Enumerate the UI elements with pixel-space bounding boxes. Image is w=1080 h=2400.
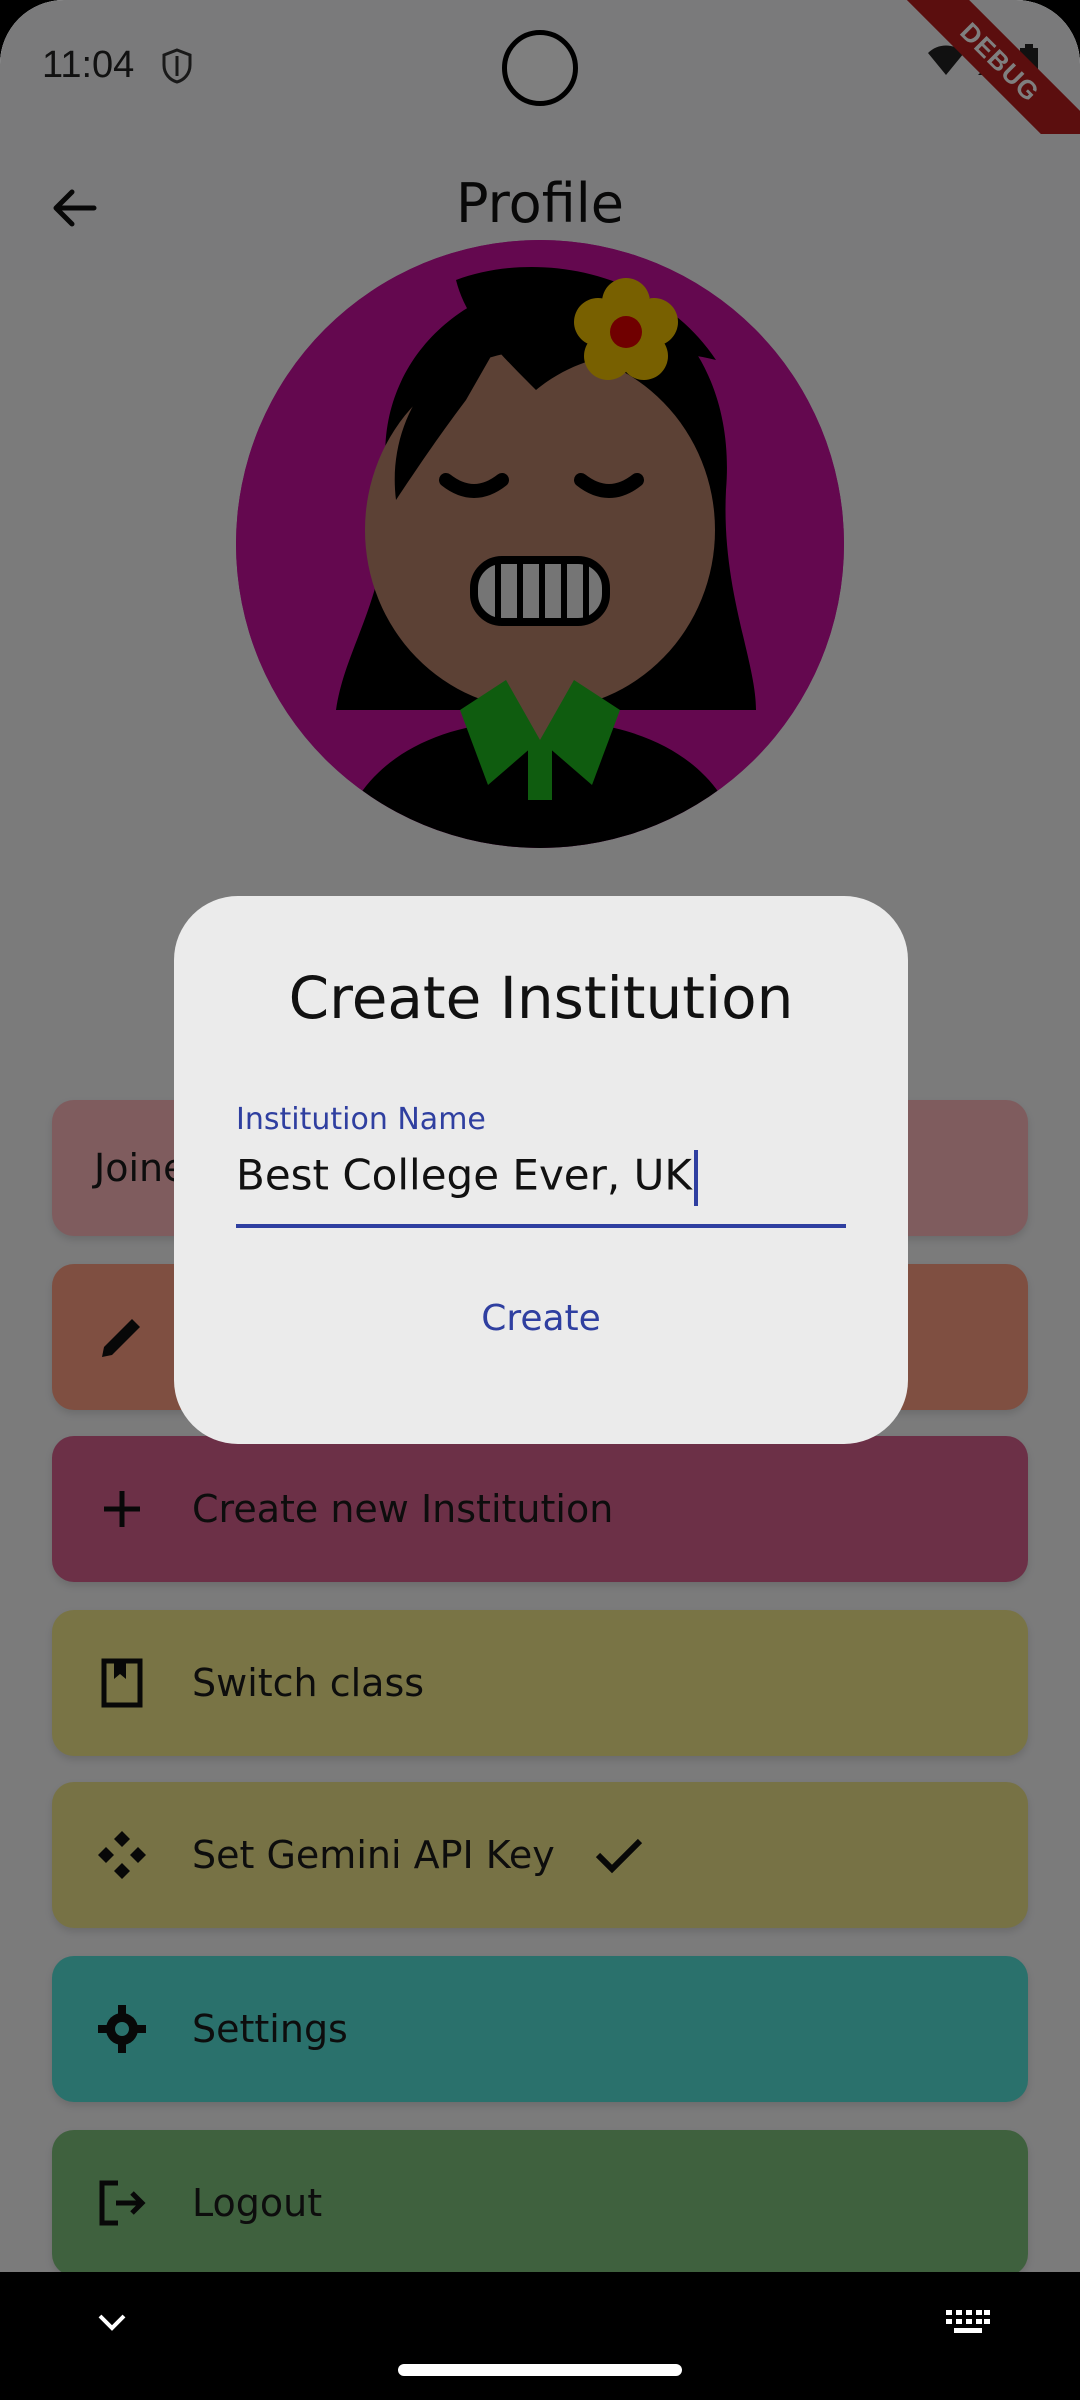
institution-name-value: Best College Ever, UK [236, 1150, 692, 1200]
app-screen: 11:04 DEBUG Profile [0, 0, 1080, 2272]
dialog-title: Create Institution [288, 964, 794, 1032]
chevron-down-icon[interactable] [92, 2302, 132, 2342]
home-gesture-bar[interactable] [398, 2364, 682, 2376]
text-caret [693, 1150, 698, 1206]
create-button[interactable]: Create [174, 1298, 908, 1339]
institution-name-input[interactable]: Best College Ever, UK [236, 1150, 698, 1206]
navigation-bar [0, 2272, 1080, 2400]
keyboard-icon[interactable] [946, 2310, 990, 2334]
input-underline [236, 1224, 846, 1228]
institution-name-label: Institution Name [236, 1102, 486, 1137]
create-institution-dialog: Create Institution Institution Name Best… [174, 896, 908, 1444]
